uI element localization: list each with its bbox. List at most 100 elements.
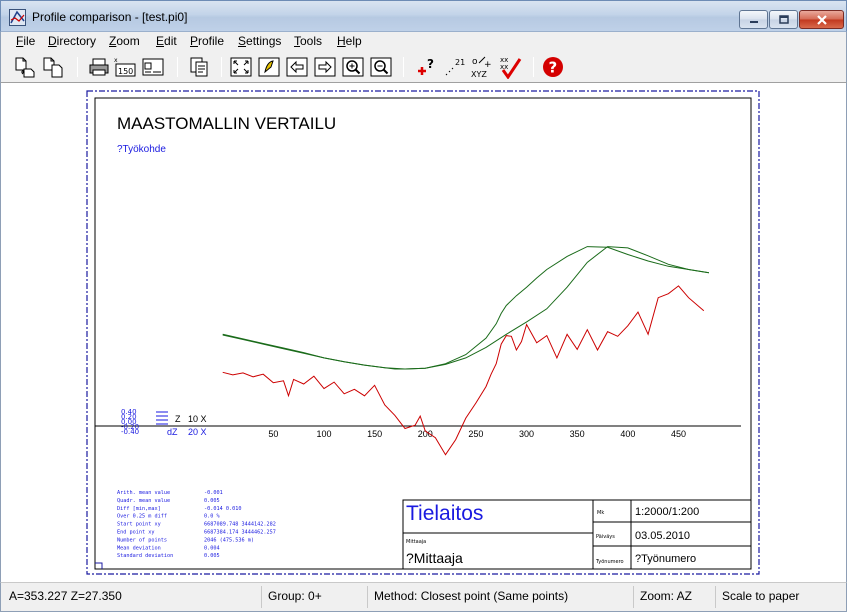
power-icon-label: 21 <box>455 58 465 67</box>
stat-label: Start point xy <box>117 522 161 528</box>
menu-profile[interactable]: Profile <box>190 34 224 48</box>
stat-value: 6687384.174 3444462.257 <box>204 530 276 536</box>
window-title: Profile comparison - [test.pi0] <box>32 10 188 24</box>
status-method: Method: Closest point (Same points) <box>367 586 631 608</box>
menu-tools-label: ools <box>300 34 323 48</box>
mk-value: 1:2000/1:200 <box>635 506 699 518</box>
stat-label: Mean deviation <box>117 545 161 551</box>
paivays-label: Päiväys <box>596 534 615 540</box>
status-coordinates: A=353.227 Z=27.350 <box>9 589 122 603</box>
menu-profile-label: rofile <box>198 34 225 48</box>
menu-settings-label: ettings <box>246 34 282 48</box>
svg-text:-0.40: -0.40 <box>121 428 139 436</box>
mk-label: Mk <box>597 510 604 516</box>
stat-label: Diff [min,max] <box>117 506 161 512</box>
zoom-in-icon[interactable] <box>341 55 365 79</box>
status-bar: A=353.227 Z=27.350 Group: 0+ Method: Clo… <box>0 582 847 612</box>
stat-label: Arith. mean value <box>117 490 170 496</box>
help-icon[interactable]: ? <box>541 55 565 79</box>
menu-help-accel: H <box>337 34 346 48</box>
app-icon <box>9 9 26 26</box>
menu-help[interactable]: Help <box>337 34 362 48</box>
legend: 0.40 0.20 0.00 -0.20 -0.40 Z 10 X dZ 20 … <box>121 408 207 437</box>
plot-window-icon[interactable] <box>141 55 165 79</box>
frame-border <box>94 97 752 570</box>
stat-label: Over 0.25 m diff <box>117 514 167 520</box>
stat-value: 0.005 <box>204 553 220 559</box>
legend-dz-symbol: dZ <box>167 427 178 437</box>
minimize-button[interactable] <box>739 10 768 29</box>
stat-value: 6687089.748 3444142.282 <box>204 522 276 528</box>
x-tick-label: 50 <box>268 429 278 439</box>
stat-label: End point xy <box>117 530 154 536</box>
open-profile-icon[interactable] <box>13 55 37 79</box>
menu-directory[interactable]: Directory <box>48 34 96 48</box>
x-tick-label: 450 <box>671 429 686 439</box>
stat-value: -0.001 <box>204 490 223 496</box>
coordinate-icon[interactable]: o + XYZ <box>471 55 495 79</box>
scale-print-label: 150 <box>118 67 133 76</box>
minimize-icon <box>749 21 758 23</box>
drawing-canvas[interactable]: MAASTOMALLIN VERTAILU ?Työkohde 50 100 150… <box>1 83 846 582</box>
statistics-block: Arith. mean value -0.001 Quadr. mean value… <box>117 490 276 559</box>
stat-value: 0.004 <box>204 545 220 551</box>
work-area[interactable]: MAASTOMALLIN VERTAILU ?Työkohde 50 100 150… <box>0 82 847 582</box>
stat-label: Number of points <box>117 537 167 543</box>
toolbar-separator <box>403 57 404 77</box>
stat-value: 0.0 % <box>204 514 220 520</box>
menu-edit-accel: E <box>156 34 165 48</box>
status-group: Group: 0+ <box>261 586 365 608</box>
tyonumero-value: ?Työnumero <box>635 553 696 565</box>
toolbar-separator <box>77 57 78 77</box>
scale-print-icon[interactable]: x 150 <box>113 55 137 79</box>
menu-zoom-label: oom <box>116 34 140 48</box>
svg-text:+: + <box>484 60 492 70</box>
copy-profile-icon[interactable] <box>41 55 65 79</box>
paivays-value: 03.05.2010 <box>635 530 690 542</box>
menu-edit[interactable]: Edit <box>156 34 177 48</box>
tyonumero-label: Työnumero <box>595 559 624 565</box>
svg-text:?: ? <box>549 59 558 77</box>
status-zoom: Zoom: AZ <box>633 586 713 608</box>
zoom-all-icon[interactable] <box>229 55 253 79</box>
title-block: Tielaitos Mittaaja ?Mittaaja Mk 1:2000/1… <box>402 499 752 570</box>
close-button[interactable] <box>799 10 844 29</box>
menu-directory-accel: D <box>48 34 57 48</box>
x-tick-labels: 50 100 150 200 250 300 350 400 450 <box>268 429 686 439</box>
menu-file-label: ile <box>23 34 36 48</box>
title-bar[interactable]: Profile comparison - [test.pi0] <box>0 0 847 32</box>
print-icon[interactable] <box>87 55 111 79</box>
power-icon[interactable]: 21 <box>443 55 467 79</box>
mittaaja-label: Mittaaja <box>406 539 426 545</box>
menu-file[interactable]: File <box>16 34 35 48</box>
profile-line-2 <box>222 246 709 370</box>
pan-right-icon[interactable] <box>313 55 337 79</box>
menu-settings-accel: S <box>238 34 247 48</box>
x-tick-label: 250 <box>468 429 483 439</box>
x-tick-label: 150 <box>367 429 382 439</box>
stat-label: Standard deviation <box>117 553 173 559</box>
zoom-window-icon[interactable] <box>257 55 281 79</box>
drawing-title: MAASTOMALLIN VERTAILU <box>117 114 336 133</box>
toolbar-separator <box>533 57 534 77</box>
pan-left-icon[interactable] <box>285 55 309 79</box>
coordinate-icon-label: XYZ <box>471 70 487 79</box>
x-tick-label: 300 <box>519 429 534 439</box>
menu-tools[interactable]: Tools <box>294 34 322 48</box>
menu-directory-label: irectory <box>56 34 97 48</box>
check-icon[interactable]: xx xx <box>499 55 523 79</box>
menu-profile-accel: P <box>190 34 199 48</box>
menu-settings[interactable]: Settings <box>238 34 281 48</box>
menu-zoom[interactable]: Zoom <box>109 34 140 48</box>
menu-bar: File Directory Zoom Edit Profile Setting… <box>0 32 847 52</box>
mittaaja-value: ?Mittaaja <box>406 550 463 566</box>
close-icon <box>816 15 827 25</box>
corner-marker <box>95 562 103 569</box>
maximize-button[interactable] <box>769 10 798 29</box>
copy-icon[interactable] <box>187 55 211 79</box>
zoom-out-icon[interactable] <box>369 55 393 79</box>
add-point-icon[interactable]: ? <box>415 55 439 79</box>
menu-help-label: elp <box>345 34 362 48</box>
legend-dz-scale: 20 X <box>188 427 207 437</box>
company-name: Tielaitos <box>406 502 483 525</box>
